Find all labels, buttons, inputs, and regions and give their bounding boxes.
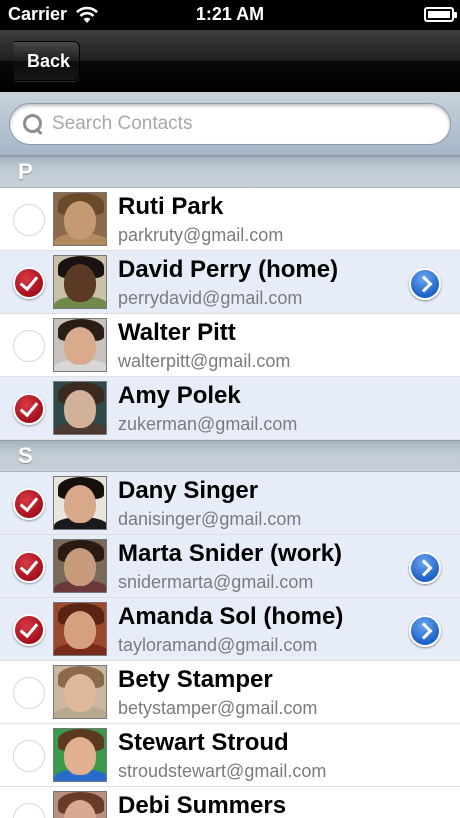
contact-email: betystamper@gmail.com <box>118 698 318 718</box>
contact-row[interactable]: Amanda Sol (home) tayloramand@gmail.com <box>0 598 460 661</box>
detail-disclosure-icon[interactable] <box>409 615 441 647</box>
status-bar: Carrier 1:21 AM <box>0 0 460 30</box>
avatar <box>53 255 107 309</box>
checkmark-empty-icon[interactable] <box>13 803 45 818</box>
contact-email: snidermarta@gmail.com <box>118 572 314 592</box>
contact-name: Ruti Park <box>118 193 224 220</box>
contact-name: Stewart Stroud <box>118 729 289 756</box>
navigation-bar: Back <box>0 30 460 92</box>
contact-name: Dany Singer <box>118 477 259 504</box>
contact-email: parkruty@gmail.com <box>118 225 284 245</box>
avatar <box>53 318 107 372</box>
contact-list: P Ruti Park parkruty@gmail.com David Perry … <box>0 156 460 818</box>
checkmark-selected-icon[interactable] <box>13 393 45 425</box>
contact-row[interactable]: Stewart Stroud stroudstewart@gmail.com <box>0 724 460 787</box>
contact-name: Walter Pitt <box>118 319 236 346</box>
avatar <box>53 602 107 656</box>
search-icon <box>22 113 44 135</box>
contact-email: stroudstewart@gmail.com <box>118 761 327 781</box>
avatar <box>53 192 107 246</box>
checkmark-selected-icon[interactable] <box>13 267 45 299</box>
checkmark-empty-icon[interactable] <box>13 330 45 362</box>
contact-name: Amy Polek <box>118 382 241 409</box>
checkmark-empty-icon[interactable] <box>13 740 45 772</box>
contact-row[interactable]: Walter Pitt walterpitt@gmail.com <box>0 314 460 377</box>
contact-row[interactable]: Amy Polek zukerman@gmail.com <box>0 377 460 440</box>
avatar <box>53 539 107 593</box>
contact-row[interactable]: Ruti Park parkruty@gmail.com <box>0 188 460 251</box>
contact-row[interactable]: Bety Stamper betystamper@gmail.com <box>0 661 460 724</box>
checkmark-selected-icon[interactable] <box>13 551 45 583</box>
avatar <box>53 665 107 719</box>
contact-row[interactable]: Marta Snider (work) snidermarta@gmail.com <box>0 535 460 598</box>
contact-name: Marta Snider (work) <box>118 540 343 567</box>
search-field[interactable] <box>9 103 451 145</box>
checkmark-selected-icon[interactable] <box>13 488 45 520</box>
contact-name: Debi Summers <box>118 792 287 818</box>
battery-icon <box>424 7 457 22</box>
avatar <box>53 381 107 435</box>
contact-row[interactable]: David Perry (home) perrydavid@gmail.com <box>0 251 460 314</box>
search-bar <box>0 92 460 156</box>
contact-name: Amanda Sol (home) <box>118 603 344 630</box>
contact-email: tayloramand@gmail.com <box>118 635 318 655</box>
status-time: 1:21 AM <box>195 4 265 24</box>
contact-email: walterpitt@gmail.com <box>118 351 291 371</box>
back-button[interactable]: Back <box>14 41 80 81</box>
search-input[interactable] <box>52 113 432 135</box>
checkmark-selected-icon[interactable] <box>13 614 45 646</box>
contact-email: danisinger@gmail.com <box>118 509 302 529</box>
avatar <box>53 791 107 818</box>
checkmark-empty-icon[interactable] <box>13 677 45 709</box>
detail-disclosure-icon[interactable] <box>409 268 441 300</box>
contact-row[interactable]: Dany Singer danisinger@gmail.com <box>0 472 460 535</box>
avatar <box>53 728 107 782</box>
contact-email: perrydavid@gmail.com <box>118 288 303 308</box>
back-button-label: Back <box>26 50 71 71</box>
section-header: P <box>0 156 460 188</box>
status-right <box>424 7 457 22</box>
contact-name: David Perry (home) <box>118 256 339 283</box>
contact-email: zukerman@gmail.com <box>118 414 298 434</box>
checkmark-empty-icon[interactable] <box>13 204 45 236</box>
contact-name: Bety Stamper <box>118 666 273 693</box>
section-header: S <box>0 440 460 472</box>
detail-disclosure-icon[interactable] <box>409 552 441 584</box>
contact-row[interactable]: Debi Summers <box>0 787 460 818</box>
avatar <box>53 476 107 530</box>
